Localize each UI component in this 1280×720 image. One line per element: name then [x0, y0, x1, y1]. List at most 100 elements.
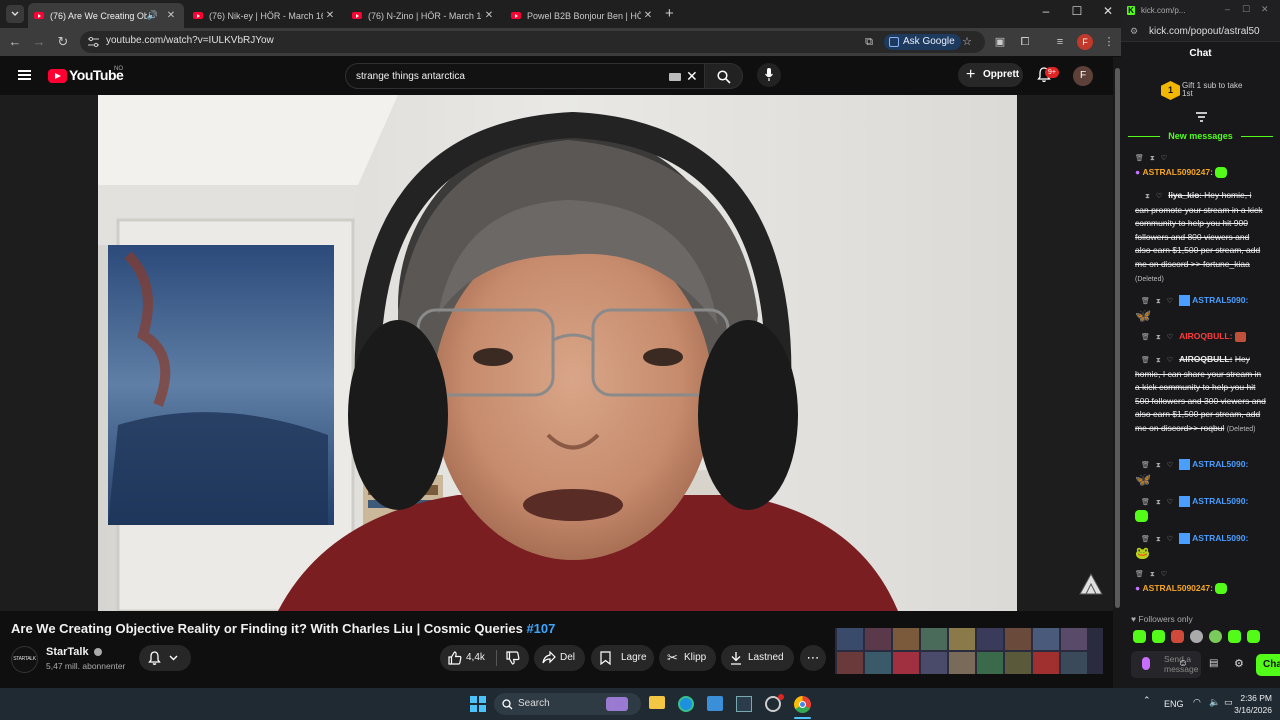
account-avatar[interactable]: F [1073, 66, 1093, 86]
snipping-tool-icon[interactable] [736, 696, 752, 712]
mod-actions-icon[interactable]: 🗑⧗♡ [1135, 568, 1267, 582]
chat-message[interactable]: 🗑⧗♡ ASTRAL5090: 🦋 [1135, 294, 1267, 322]
install-app-icon[interactable]: ⧉ [861, 34, 877, 50]
file-explorer-icon[interactable] [649, 696, 665, 709]
save-button[interactable]: Lagre [591, 645, 654, 671]
video-player[interactable] [0, 95, 1113, 611]
chat-message[interactable]: 🗑⧗♡ ASTRAL5090: [1135, 495, 1267, 523]
mod-actions-icon[interactable]: 🗑⧗♡ [1141, 499, 1179, 506]
maximize-icon[interactable]: ☐ [1242, 4, 1250, 15]
profile-avatar[interactable]: F [1077, 34, 1093, 50]
gift-leaderboard-text[interactable]: Gift 1 sub to take 1st [1182, 82, 1252, 98]
store-icon[interactable] [707, 696, 723, 711]
language-indicator[interactable]: ENG [1164, 699, 1184, 709]
ask-google-button[interactable]: Ask Google [884, 34, 961, 50]
site-info-icon[interactable] [88, 37, 99, 47]
back-icon[interactable]: ← [6, 33, 24, 51]
bookmark-star-icon[interactable]: ☆ [959, 34, 975, 50]
emote-icon[interactable] [1190, 630, 1203, 643]
clear-search-icon[interactable]: ✕ [686, 68, 698, 85]
chat-message[interactable]: 🗑⧗♡ ● ASTRAL5090247: [1135, 568, 1267, 595]
chat-username[interactable]: ASTRAL5090247: [1143, 583, 1213, 593]
download-button[interactable]: Lastned [721, 645, 794, 671]
settings-gear-icon[interactable]: ⚙ [1234, 657, 1244, 670]
minimize-icon[interactable]: – [1036, 4, 1056, 18]
reload-icon[interactable]: ↻ [54, 33, 72, 51]
mod-actions-icon[interactable]: 🗑⧗♡ [1141, 357, 1179, 364]
voice-search-button[interactable] [757, 63, 781, 87]
chat-username[interactable]: ASTRAL5090247: [1143, 167, 1213, 177]
minimize-icon[interactable]: – [1225, 4, 1230, 14]
channel-avatar[interactable]: STARTALK [11, 646, 38, 673]
emote-icon[interactable] [1247, 630, 1260, 643]
keyboard-icon[interactable] [669, 73, 681, 81]
send-chat-button[interactable]: Cha [1256, 654, 1280, 676]
kick-address-bar[interactable]: ⚙ kick.com/popout/astral50 [1121, 22, 1280, 42]
site-settings-icon[interactable]: ⚙ [1130, 26, 1138, 37]
close-window-icon[interactable]: ✕ [1261, 4, 1269, 15]
volume-icon[interactable]: 🔈 [1209, 697, 1220, 708]
chat-username[interactable]: ASTRAL5090: [1192, 533, 1248, 543]
search-box[interactable]: strange things antarctica ✕ [345, 63, 705, 89]
mod-actions-icon[interactable]: ⧗♡ [1145, 193, 1168, 200]
tab-youtube-video[interactable]: (76) Are We Creating Objec 🔊 ✕ [28, 3, 184, 28]
video-frame[interactable] [98, 95, 1017, 611]
create-button[interactable]: Opprett [958, 63, 1023, 87]
chat-username[interactable]: liya_kio [1168, 190, 1199, 200]
channel-name-text[interactable]: StarTalk [46, 646, 89, 658]
chat-username[interactable]: AIROQBULL: [1179, 331, 1232, 341]
chat-message[interactable]: 🗑⧗♡ ● ASTRAL5090247: [1135, 152, 1267, 179]
close-tab-icon[interactable]: ✕ [482, 10, 496, 21]
wifi-icon[interactable]: ◠ [1193, 697, 1201, 708]
tab-nik-ey[interactable]: (76) Nik-ey | HÖR - March 16 / ✕ [187, 3, 343, 28]
chat-message[interactable]: 🗑⧗♡AIROQBULL: [1135, 330, 1267, 345]
tab-n-zino[interactable]: (76) N-Zino | HÖR - March 16 / ✕ [346, 3, 502, 28]
chat-username[interactable]: ASTRAL5090: [1192, 496, 1248, 506]
clock-date[interactable]: 3/16/2026 [1226, 705, 1272, 715]
video-hashtag-link[interactable]: #107 [526, 621, 555, 636]
address-bar[interactable]: youtube.com/watch?v=IULKVbRJYow [80, 31, 985, 53]
chat-message[interactable]: ⧗♡liya_kio: Hey homie, i can promote you… [1135, 189, 1267, 286]
related-video-thumbnail[interactable] [835, 628, 1103, 674]
extension-box-icon[interactable]: ▣ [992, 34, 1008, 50]
clip-button[interactable]: ✂ Klipp [659, 645, 716, 671]
chat-message[interactable]: 🗑⧗♡AIROQBULL: Hey homie, I can share you… [1135, 353, 1267, 437]
emote-icon[interactable] [1133, 630, 1146, 643]
page-scrollbar-thumb[interactable] [1115, 68, 1120, 608]
emote-icon[interactable] [1228, 630, 1241, 643]
gift-icon[interactable]: ▤ [1209, 658, 1218, 669]
chat-message[interactable]: 🗑⧗♡ ASTRAL5090: 🐸 [1135, 532, 1267, 560]
filter-lines-icon[interactable] [1196, 112, 1207, 122]
tab-powel-b2b[interactable]: Powel B2B Bonjour Ben | HÖR - ✕ [505, 3, 661, 28]
mod-actions-icon[interactable]: 🗑⧗♡ [1141, 298, 1179, 305]
new-tab-button[interactable]: + [665, 5, 679, 22]
close-tab-icon[interactable]: ✕ [641, 10, 655, 21]
chrome-app-icon[interactable] [794, 696, 811, 713]
chat-message[interactable]: 🗑⧗♡ ASTRAL5090: 🦋 [1135, 458, 1267, 486]
gift-rank-badge[interactable]: 1 [1161, 81, 1180, 100]
subscription-bell-button[interactable] [139, 645, 191, 671]
mod-actions-icon[interactable]: 🗑⧗♡ [1141, 334, 1179, 341]
close-tab-icon[interactable]: ✕ [323, 10, 337, 21]
emote-icon[interactable] [1171, 630, 1184, 643]
mod-actions-icon[interactable]: 🗑⧗♡ [1141, 462, 1179, 469]
emote-icon[interactable] [1152, 630, 1165, 643]
menu-kebab-icon[interactable]: ⋮ [1101, 34, 1117, 50]
quick-emote-bar[interactable] [1133, 630, 1273, 644]
share-button[interactable]: Del [534, 645, 585, 671]
forward-icon[interactable]: → [30, 33, 48, 51]
search-input[interactable]: strange things antarctica [356, 71, 465, 82]
close-window-icon[interactable]: ✕ [1098, 4, 1118, 18]
media-controls-icon[interactable]: ≡ [1052, 34, 1068, 50]
channel-name[interactable]: StarTalk [46, 646, 102, 658]
new-messages-divider[interactable]: New messages [1128, 131, 1273, 143]
like-button[interactable]: 4,4k [440, 645, 496, 671]
taskbar-search[interactable]: Search [494, 693, 641, 715]
mod-actions-icon[interactable]: 🗑⧗♡ [1141, 536, 1179, 543]
chat-username[interactable]: ASTRAL5090: [1192, 295, 1248, 305]
hamburger-menu-icon[interactable] [18, 70, 31, 80]
mod-actions-icon[interactable]: 🗑⧗♡ [1135, 152, 1267, 166]
speaker-icon[interactable]: 🔊 [147, 10, 158, 21]
emote-picker-icon[interactable]: ☺ [1178, 658, 1188, 669]
more-actions-icon[interactable]: ⋯ [800, 645, 826, 671]
